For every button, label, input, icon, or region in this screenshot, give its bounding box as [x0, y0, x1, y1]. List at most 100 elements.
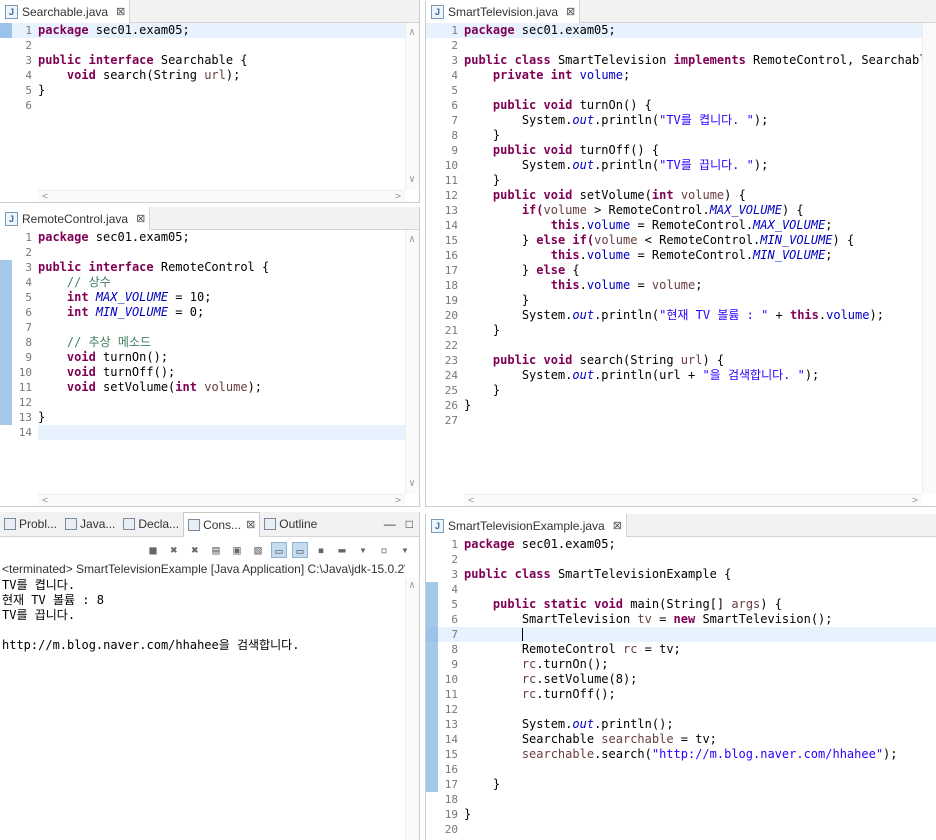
- code-line: this.volume = RemoteControl.MIN_VOLUME;: [550, 248, 833, 262]
- code-line: System.out.println(url + "을 검색합니다. ");: [521, 368, 820, 382]
- code-line: this.volume = volume;: [550, 278, 703, 292]
- tab-label: Decla...: [138, 517, 180, 531]
- tab-searchable-java[interactable]: J Searchable.java ⊠: [0, 0, 131, 23]
- code-line: public void turnOff() {: [492, 143, 660, 157]
- scroll-lock-icon[interactable]: ▣: [229, 542, 245, 558]
- line-number: 13: [0, 410, 38, 425]
- text-cursor: [521, 628, 523, 641]
- line-number: 4: [25, 69, 32, 82]
- display-console-icon[interactable]: ▬: [334, 542, 350, 558]
- tab-problems[interactable]: Probl...: [0, 512, 61, 537]
- line-number: 18: [444, 279, 458, 292]
- code-line: this.volume = RemoteControl.MAX_VOLUME;: [550, 218, 833, 232]
- tab-javadoc[interactable]: Java...: [61, 512, 119, 537]
- line-number: 16: [444, 249, 458, 262]
- code-line: public class SmartTelevision implements …: [464, 53, 922, 67]
- line-number: 21: [444, 324, 458, 337]
- code-line: package sec01.exam05;: [464, 23, 922, 38]
- code-line: }: [464, 807, 472, 821]
- code-area[interactable]: package sec01.exam05; public class Smart…: [464, 537, 936, 840]
- code-line: package sec01.exam05;: [464, 537, 616, 551]
- line-number: 12: [0, 395, 38, 410]
- code-line: Searchable searchable = tv;: [521, 732, 717, 746]
- horizontal-scrollbar[interactable]: < >: [38, 190, 405, 202]
- tab-console[interactable]: Cons... ⊠: [183, 512, 261, 537]
- horizontal-scrollbar[interactable]: < >: [464, 494, 922, 506]
- line-number: 20: [444, 309, 458, 322]
- remove-all-icon[interactable]: ✖: [187, 542, 203, 558]
- code-area[interactable]: package sec01.exam05; public interface S…: [38, 23, 405, 190]
- chevron-down-icon[interactable]: ▾: [355, 542, 371, 558]
- line-number: 5: [25, 84, 32, 97]
- tab-label: Probl...: [19, 517, 58, 531]
- code-line: // 추상 메소드: [38, 335, 151, 349]
- line-number: 7: [451, 114, 458, 127]
- terminate-icon[interactable]: ■: [145, 542, 161, 558]
- line-number: 3: [0, 260, 38, 275]
- tab-smart-television-java[interactable]: J SmartTelevision.java ⊠: [426, 0, 581, 23]
- vertical-scrollbar[interactable]: [922, 23, 936, 494]
- line-number: 14: [444, 219, 458, 232]
- maximize-icon[interactable]: □: [406, 517, 413, 531]
- editor-tab-bar: J SmartTelevision.java ⊠: [426, 0, 936, 23]
- code-area[interactable]: package sec01.exam05; public class Smart…: [464, 23, 922, 494]
- javadoc-icon: [65, 518, 78, 530]
- java-file-icon: J: [431, 4, 444, 19]
- console-view: Probl... Java... Decla... Cons... ⊠ Outli…: [0, 512, 420, 840]
- tab-label: SmartTelevisionExample.java: [448, 518, 605, 533]
- code-line: public class SmartTelevisionExample {: [464, 567, 732, 581]
- word-wrap-icon[interactable]: ▧: [250, 542, 266, 558]
- horizontal-scrollbar[interactable]: < >: [38, 494, 405, 506]
- vertical-scrollbar[interactable]: ∧ ∨: [405, 230, 419, 494]
- tab-smart-television-example-java[interactable]: J SmartTelevisionExample.java ⊠: [426, 514, 627, 537]
- minimize-icon[interactable]: —: [384, 517, 396, 531]
- vertical-scrollbar[interactable]: ∧ ∨: [405, 23, 419, 190]
- console-output[interactable]: TV를 켭니다. 현재 TV 볼륨 : 8 TV를 끕니다. http://m.…: [2, 578, 405, 653]
- line-number: 3: [25, 54, 32, 67]
- line-number: 15: [426, 747, 464, 762]
- show-console-error-icon[interactable]: ▭: [292, 542, 308, 558]
- vertical-scrollbar[interactable]: ∧: [405, 578, 419, 840]
- code-line: }: [492, 173, 501, 187]
- line-number: 3: [451, 54, 458, 67]
- code-line: [464, 627, 936, 642]
- line-number: 16: [426, 762, 464, 777]
- line-number: 14: [18, 426, 32, 439]
- line-number: 15: [444, 234, 458, 247]
- close-icon[interactable]: ⊠: [613, 519, 622, 532]
- code-line: System.out.println("TV를 켭니다. ");: [521, 113, 769, 127]
- tab-declaration[interactable]: Decla...: [119, 512, 183, 537]
- line-number: 5: [0, 290, 38, 305]
- code-line: package sec01.exam05;: [38, 23, 405, 38]
- tab-label: Cons...: [203, 517, 242, 532]
- clear-console-icon[interactable]: ▤: [208, 542, 224, 558]
- java-file-icon: J: [431, 518, 444, 533]
- show-console-output-icon[interactable]: ▭: [271, 542, 287, 558]
- line-number-gutter: 1 2 3 4 5 6: [0, 23, 38, 202]
- code-line: public void turnOn() {: [492, 98, 652, 112]
- close-icon[interactable]: ⊠: [136, 212, 145, 225]
- close-icon[interactable]: ⊠: [566, 5, 575, 18]
- code-line: void setVolume(int volume);: [66, 380, 263, 394]
- tab-label: Java...: [80, 517, 116, 531]
- open-console-icon[interactable]: ▫: [376, 542, 392, 558]
- chevron-down-icon[interactable]: ▾: [397, 542, 413, 558]
- close-icon[interactable]: ⊠: [246, 518, 255, 531]
- tab-label: RemoteControl.java: [22, 211, 129, 226]
- smart-television-example-editor: J SmartTelevisionExample.java ⊠ 1 2 3 4 …: [425, 514, 936, 840]
- pin-console-icon[interactable]: ▪: [313, 542, 329, 558]
- problems-icon: [4, 518, 16, 530]
- tab-remote-control-java[interactable]: J RemoteControl.java ⊠: [0, 207, 151, 230]
- tab-outline[interactable]: Outline: [260, 512, 321, 537]
- code-line: System.out.println("현재 TV 볼륨 : " + this.…: [521, 308, 884, 322]
- close-icon[interactable]: ⊠: [116, 5, 125, 18]
- remove-launch-icon[interactable]: ✖: [166, 542, 182, 558]
- code-area[interactable]: package sec01.exam05; public interface R…: [38, 230, 405, 494]
- code-line: }: [492, 128, 501, 142]
- line-number-gutter: 1 2 3 4 5 6 7 8 9 10 11 12 13 14: [0, 230, 38, 506]
